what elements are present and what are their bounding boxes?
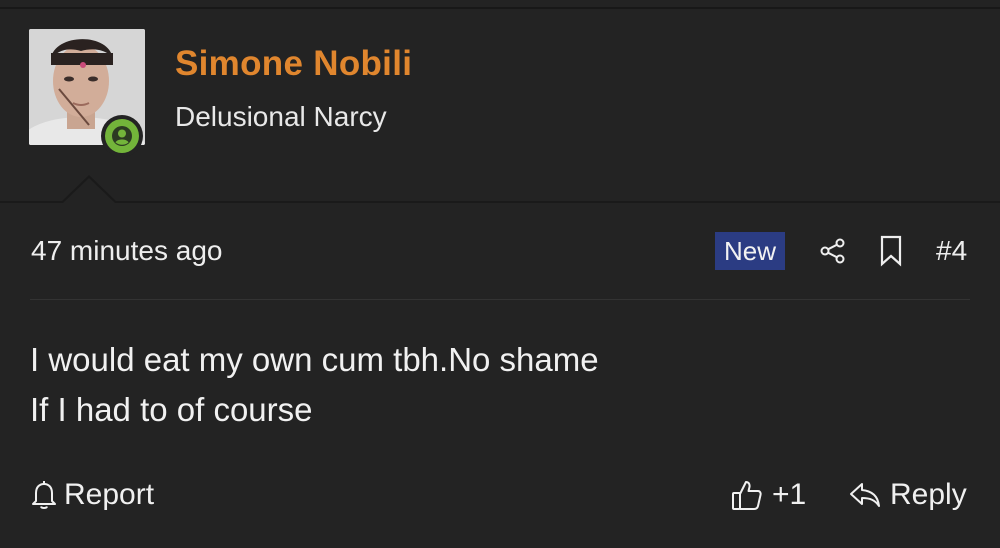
avatar-container[interactable] bbox=[29, 29, 145, 157]
post-timestamp[interactable]: 47 minutes ago bbox=[31, 235, 222, 267]
report-label: Report bbox=[64, 478, 155, 511]
post-header: 47 minutes ago New #4 bbox=[0, 225, 1000, 281]
reply-label: Reply bbox=[890, 478, 967, 511]
bookmark-icon[interactable] bbox=[873, 233, 909, 269]
username[interactable]: Simone Nobili bbox=[175, 44, 412, 84]
user-info-block bbox=[0, 9, 1000, 202]
new-badge: New bbox=[715, 232, 786, 270]
post-body: I would eat my own cum tbh.No shame If I… bbox=[30, 335, 970, 435]
reply-arrow-icon bbox=[848, 480, 882, 510]
post-divider bbox=[30, 299, 970, 300]
thumbs-up-icon bbox=[730, 478, 764, 512]
post-number[interactable]: #4 bbox=[936, 235, 967, 267]
share-icon[interactable] bbox=[815, 233, 851, 269]
reaction-count: +1 bbox=[772, 478, 807, 511]
like-button[interactable]: +1 bbox=[730, 478, 806, 512]
user-title: Delusional Narcy bbox=[175, 101, 387, 132]
pointer-arrow-fill bbox=[63, 178, 115, 203]
bell-icon bbox=[30, 479, 58, 511]
online-status-badge bbox=[101, 115, 143, 157]
post-text-line: I would eat my own cum tbh.No shame bbox=[30, 341, 599, 378]
post-text-line: If I had to of course bbox=[30, 391, 313, 428]
reply-button[interactable]: Reply bbox=[848, 478, 967, 512]
user-circle-icon bbox=[105, 119, 139, 153]
post-footer: Report +1 Reply bbox=[0, 470, 1000, 520]
section-divider bbox=[0, 201, 1000, 203]
report-button[interactable]: Report bbox=[30, 478, 154, 512]
